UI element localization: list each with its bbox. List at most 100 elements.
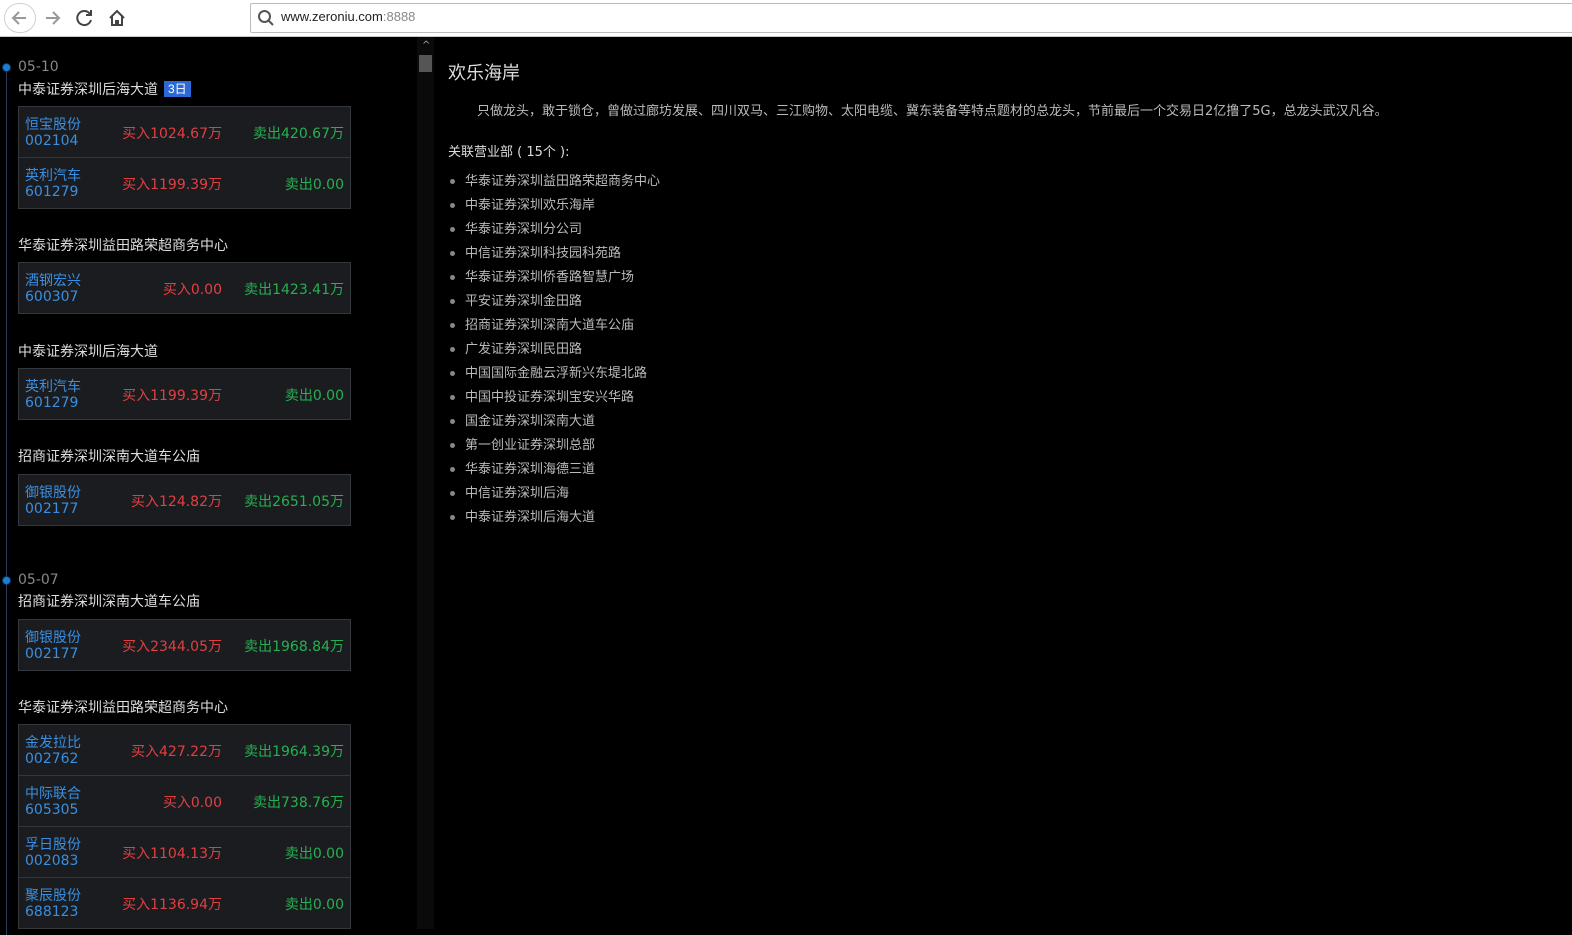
reload-icon [76, 10, 92, 27]
stock-name-link[interactable]: 御银股份 [25, 627, 81, 647]
trade-card: 金发拉比 002762 买入427.22万 卖出1964.39万 中际联合 60… [18, 724, 351, 929]
bullet-icon [450, 347, 455, 352]
list-item-label: 中国中投证券深圳宝安兴华路 [465, 390, 635, 405]
list-item[interactable]: 华泰证券深圳益田路荣超商务中心 [448, 173, 660, 197]
list-item-label: 中信证券深圳后海 [465, 486, 570, 501]
broker-name[interactable]: 华泰证券深圳益田路荣超商务中心 [18, 235, 228, 255]
url-text[interactable]: www.zeroniu.com:8888 [281, 9, 415, 24]
scroll-up-arrow-icon[interactable]: ^ [422, 40, 430, 51]
broker-name[interactable]: 招商证券深圳深南大道车公庙 [18, 591, 200, 611]
stock-name-link[interactable]: 金发拉比 [25, 732, 81, 752]
list-item[interactable]: 中信证券深圳后海 [448, 485, 660, 509]
related-branches-heading: 关联营业部 ( 15个 ): [448, 145, 570, 160]
home-button[interactable] [102, 3, 132, 33]
stock-name-link[interactable]: 中际联合 [25, 783, 81, 803]
sell-amount: 卖出420.67万 [253, 126, 344, 142]
timeline-line [6, 65, 7, 935]
list-item[interactable]: 华泰证券深圳侨香路智慧广场 [448, 269, 660, 293]
list-item[interactable]: 华泰证券深圳海德三道 [448, 461, 660, 485]
broker-name[interactable]: 中泰证券深圳后海大道 [18, 341, 158, 361]
trade-row: 恒宝股份 002104 买入1024.67万 卖出420.67万 [19, 107, 350, 158]
sell-amount: 卖出2651.05万 [244, 494, 344, 510]
back-button[interactable] [4, 3, 36, 33]
timeline-dot [2, 576, 11, 585]
address-bar[interactable]: www.zeroniu.com:8888 [250, 3, 1572, 33]
broker-name[interactable]: 中泰证券深圳后海大道 3日 [18, 79, 191, 99]
list-item-label: 华泰证券深圳益田路荣超商务中心 [465, 174, 661, 189]
stock-name-link[interactable]: 孚日股份 [25, 834, 81, 854]
stock-code-link[interactable]: 002177 [25, 501, 78, 517]
list-item-label: 国金证券深圳深南大道 [465, 414, 596, 429]
list-item[interactable]: 中国中投证券深圳宝安兴华路 [448, 389, 660, 413]
stock-name-link[interactable]: 御银股份 [25, 482, 81, 502]
sell-amount: 卖出1964.39万 [244, 744, 344, 760]
list-item[interactable]: 国金证券深圳深南大道 [448, 413, 660, 437]
stock-code-link[interactable]: 601279 [25, 184, 78, 200]
stock-code-link[interactable]: 002104 [25, 133, 78, 149]
stock-name-link[interactable]: 英利汽车 [25, 165, 81, 185]
timeline-date: 05-10 [18, 59, 59, 75]
trade-card: 英利汽车 601279 买入1199.39万 卖出0.00 [18, 368, 351, 420]
bullet-icon [450, 323, 455, 328]
sell-amount: 卖出0.00 [284, 846, 344, 862]
broker-name[interactable]: 招商证券深圳深南大道车公庙 [18, 446, 200, 466]
stock-code-link[interactable]: 002177 [25, 646, 78, 662]
stock-code-link[interactable]: 002083 [25, 853, 78, 869]
broker-label: 中泰证券深圳后海大道 [18, 81, 158, 97]
trade-row: 孚日股份 002083 买入1104.13万 卖出0.00 [19, 827, 350, 878]
list-item[interactable]: 第一创业证券深圳总部 [448, 437, 660, 461]
detail-title: 欢乐海岸 [448, 63, 520, 84]
sell-amount: 卖出738.76万 [253, 795, 344, 811]
trade-card: 恒宝股份 002104 买入1024.67万 卖出420.67万 英利汽车 60… [18, 106, 351, 209]
list-item[interactable]: 中信证券深圳科技园科苑路 [448, 245, 660, 269]
bullet-icon [450, 395, 455, 400]
list-item[interactable]: 招商证券深圳深南大道车公庙 [448, 317, 660, 341]
stock-name-link[interactable]: 恒宝股份 [25, 114, 81, 134]
buy-amount: 买入2344.05万 [122, 639, 222, 655]
buy-amount: 买入1136.94万 [122, 897, 222, 913]
list-item[interactable]: 平安证券深圳金田路 [448, 293, 660, 317]
buy-amount: 买入427.22万 [131, 744, 222, 760]
stock-code-link[interactable]: 600307 [25, 289, 78, 305]
buy-amount: 买入124.82万 [131, 494, 222, 510]
list-item[interactable]: 中泰证券深圳后海大道 [448, 509, 660, 533]
list-item-label: 平安证券深圳金田路 [465, 294, 583, 309]
stock-code-link[interactable]: 002762 [25, 751, 78, 767]
stock-name-link[interactable]: 酒钢宏兴 [25, 270, 81, 290]
list-item[interactable]: 广发证券深圳民田路 [448, 341, 660, 365]
sell-amount: 卖出0.00 [284, 897, 344, 913]
reload-button[interactable] [70, 3, 100, 33]
stock-code-link[interactable]: 688123 [25, 904, 78, 920]
stock-name-link[interactable]: 聚辰股份 [25, 885, 81, 905]
home-icon [109, 9, 125, 26]
detail-panel: 欢乐海岸 只做龙头，敢于锁仓，曾做过廊坊发展、四川双马、三江购物、太阳电缆、冀东… [448, 37, 1558, 929]
stock-code-link[interactable]: 601279 [25, 395, 78, 411]
trade-row: 金发拉比 002762 买入427.22万 卖出1964.39万 [19, 725, 350, 776]
trade-row: 御银股份 002177 买入124.82万 卖出2651.05万 [19, 475, 350, 525]
sell-amount: 卖出1423.41万 [244, 282, 344, 298]
stock-name-link[interactable]: 英利汽车 [25, 376, 81, 396]
broker-name[interactable]: 华泰证券深圳益田路荣超商务中心 [18, 697, 228, 717]
bullet-icon [450, 203, 455, 208]
buy-amount: 买入1024.67万 [122, 126, 222, 142]
timeline-panel: 05-10 中泰证券深圳后海大道 3日 恒宝股份 002104 买入1024.67… [0, 37, 415, 935]
list-item-label: 广发证券深圳民田路 [465, 342, 583, 357]
list-item[interactable]: 中泰证券深圳欢乐海岸 [448, 197, 660, 221]
list-item-label: 华泰证券深圳分公司 [465, 222, 583, 237]
scroll-thumb[interactable] [419, 55, 432, 72]
buy-amount: 买入1199.39万 [122, 177, 222, 193]
forward-arrow-icon [46, 11, 61, 25]
trade-row: 御银股份 002177 买入2344.05万 卖出1968.84万 [19, 620, 350, 670]
list-item[interactable]: 华泰证券深圳分公司 [448, 221, 660, 245]
trade-row: 聚辰股份 688123 买入1136.94万 卖出0.00 [19, 878, 350, 928]
list-item[interactable]: 中国国际金融云浮新兴东堤北路 [448, 365, 660, 389]
stock-code-link[interactable]: 605305 [25, 802, 78, 818]
timeline-dot [2, 63, 11, 72]
trade-row: 英利汽车 601279 买入1199.39万 卖出0.00 [19, 369, 350, 419]
scrollbar[interactable]: ^ [417, 37, 434, 929]
forward-button[interactable] [38, 3, 68, 33]
bullet-icon [450, 251, 455, 256]
bullet-icon [450, 419, 455, 424]
trade-card: 酒钢宏兴 600307 买入0.00 卖出1423.41万 [18, 262, 351, 314]
list-item-label: 中国国际金融云浮新兴东堤北路 [465, 366, 648, 381]
